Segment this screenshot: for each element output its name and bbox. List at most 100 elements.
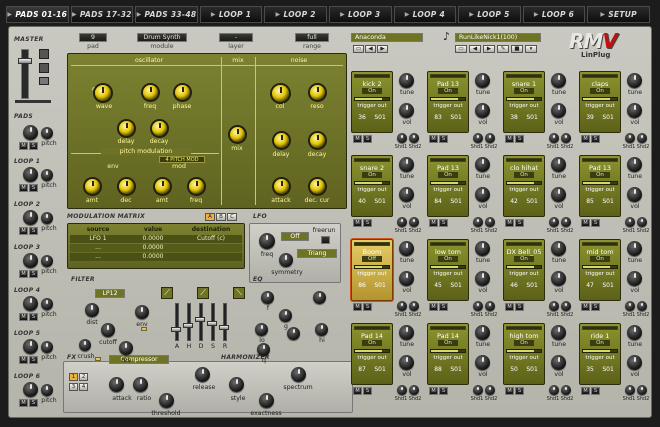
pad-tune-knob[interactable] [627, 325, 642, 340]
pad-on-toggle[interactable]: On [362, 340, 382, 346]
pad-output[interactable]: S01 [374, 198, 385, 205]
lfo-off-button[interactable]: Off [281, 232, 309, 241]
filter-env-slider-a[interactable] [171, 327, 181, 332]
pad-tune-knob[interactable] [399, 325, 414, 340]
dec-cur-knob[interactable] [310, 179, 325, 194]
pad-solo-button[interactable]: S [515, 387, 524, 395]
pad-1[interactable]: kick 2 On trigger out 36 S01 [351, 71, 393, 133]
mod-matrix-cell[interactable]: LFO 1 [70, 235, 126, 243]
pad-shd1-knob[interactable] [397, 133, 407, 143]
pad-11[interactable]: DX Bell_05 On trigger out 46 S01 [503, 239, 545, 301]
loop-pitch-knob-0[interactable] [41, 127, 53, 139]
pad-mute-button[interactable]: M [505, 135, 514, 143]
pad-tune-knob[interactable] [551, 241, 566, 256]
mod-matrix-cell[interactable]: Cutoff (c) [180, 235, 242, 243]
pad-7[interactable]: clo hihat On trigger out 42 S01 [503, 155, 545, 217]
tab-6[interactable]: ▶ LOOP 3 [328, 6, 392, 23]
freerun-toggle[interactable] [321, 236, 330, 244]
mod-matrix-cell[interactable]: ... [70, 244, 126, 252]
kit-folder-button[interactable]: ▭ [455, 45, 467, 53]
solo-button[interactable]: S [29, 313, 38, 321]
pad-on-toggle[interactable]: On [438, 88, 458, 94]
mod-matrix-row[interactable]: LFO 1 0.0000 Cutoff (c) [70, 235, 242, 243]
pad-mute-button[interactable]: M [353, 219, 362, 227]
pad-number-field[interactable]: 9 [79, 33, 107, 42]
phase-knob[interactable] [175, 85, 190, 100]
fx-ratio-knob[interactable] [133, 377, 148, 392]
pad-on-toggle[interactable]: On [590, 172, 610, 178]
tab-7[interactable]: ▶ LOOP 4 [393, 6, 457, 23]
mod-matrix-tab-b[interactable]: B [216, 213, 226, 221]
mute-button[interactable]: M [19, 227, 28, 235]
pad-output[interactable]: S01 [374, 366, 385, 373]
eq-freq-hi-knob[interactable] [313, 291, 326, 304]
pad-shd1-knob[interactable] [625, 301, 635, 311]
pad-solo-button[interactable]: S [363, 303, 372, 311]
loop-pitch-knob-1[interactable] [41, 169, 53, 181]
pad-level-bar[interactable] [430, 349, 466, 353]
mute-button[interactable]: M [19, 270, 28, 278]
pad-note[interactable]: 35 [586, 366, 594, 373]
pad-on-toggle[interactable]: On [438, 172, 458, 178]
pad-output[interactable]: S01 [374, 114, 385, 121]
pad-output[interactable]: S01 [526, 366, 537, 373]
filter-env-slider-d[interactable] [195, 317, 205, 322]
pad-note[interactable]: 46 [510, 282, 518, 289]
mod-matrix-tab-c[interactable]: C [227, 213, 237, 221]
pad-output[interactable]: S01 [526, 114, 537, 121]
pad-14[interactable]: Pad 14 On trigger out 88 S01 [427, 323, 469, 385]
pad-note[interactable]: 85 [586, 198, 594, 205]
pad-note[interactable]: 40 [358, 198, 366, 205]
pad-on-toggle[interactable]: On [590, 256, 610, 262]
pad-output[interactable]: S01 [450, 366, 461, 373]
fx-attack-knob[interactable] [109, 377, 124, 392]
pad-mute-button[interactable]: M [353, 387, 362, 395]
eq-gain-hi-knob[interactable] [287, 327, 300, 340]
solo-button[interactable]: S [29, 356, 38, 364]
filter-env-knob[interactable] [135, 305, 149, 319]
kit-prev-button[interactable]: ◀ [469, 45, 481, 53]
pad-shd1-knob[interactable] [625, 217, 635, 227]
pad-note[interactable]: 36 [358, 114, 366, 121]
eq-q-knob[interactable] [257, 343, 270, 356]
pad-9[interactable]: Boom Off trigger out 86 S01 [351, 239, 393, 301]
pad-on-toggle[interactable]: On [438, 256, 458, 262]
pad-tune-knob[interactable] [627, 73, 642, 88]
pad-level-bar[interactable] [506, 97, 542, 101]
pad-on-toggle[interactable]: On [514, 340, 534, 346]
pm-mod-amt-knob[interactable] [155, 179, 170, 194]
pad-note[interactable]: 38 [510, 114, 518, 121]
loop-volume-knob-5[interactable] [23, 339, 38, 354]
pad-output[interactable]: S01 [526, 282, 537, 289]
kit-menu-button[interactable]: ▾ [525, 45, 537, 53]
pad-shd2-knob[interactable] [561, 217, 571, 227]
pad-note[interactable]: 84 [434, 198, 442, 205]
pad-tune-knob[interactable] [475, 325, 490, 340]
filter-curve-button-1[interactable]: ⟋ [161, 287, 173, 299]
pad-output[interactable]: S01 [450, 114, 461, 121]
pad-4[interactable]: claps On trigger out 39 S01 [579, 71, 621, 133]
eq-hi-knob[interactable] [315, 323, 328, 336]
pad-vol-knob[interactable] [399, 187, 414, 202]
pad-mute-button[interactable]: M [429, 135, 438, 143]
solo-button[interactable]: S [29, 184, 38, 192]
pad-shd1-knob[interactable] [397, 385, 407, 395]
pad-tune-knob[interactable] [551, 73, 566, 88]
tab-9[interactable]: ▶ LOOP 6 [522, 6, 586, 23]
eq-f-knob[interactable] [261, 291, 274, 304]
attack-knob[interactable] [274, 179, 289, 194]
pad-note[interactable]: 50 [510, 366, 518, 373]
pad-shd2-knob[interactable] [561, 385, 571, 395]
pad-level-bar[interactable] [430, 265, 466, 269]
pad-on-toggle[interactable]: On [362, 88, 382, 94]
pad-mute-button[interactable]: M [429, 219, 438, 227]
pad-shd2-knob[interactable] [637, 133, 647, 143]
pad-solo-button[interactable]: S [439, 303, 448, 311]
pad-note[interactable]: 86 [358, 282, 366, 289]
pad-solo-button[interactable]: S [363, 387, 372, 395]
pad-shd2-knob[interactable] [485, 301, 495, 311]
lfo-wave-select[interactable]: Triang [297, 249, 337, 258]
tab-1[interactable]: ▶ PADS 01-16 [6, 6, 69, 23]
solo-button[interactable]: S [29, 142, 38, 150]
pad-mute-button[interactable]: M [581, 219, 590, 227]
